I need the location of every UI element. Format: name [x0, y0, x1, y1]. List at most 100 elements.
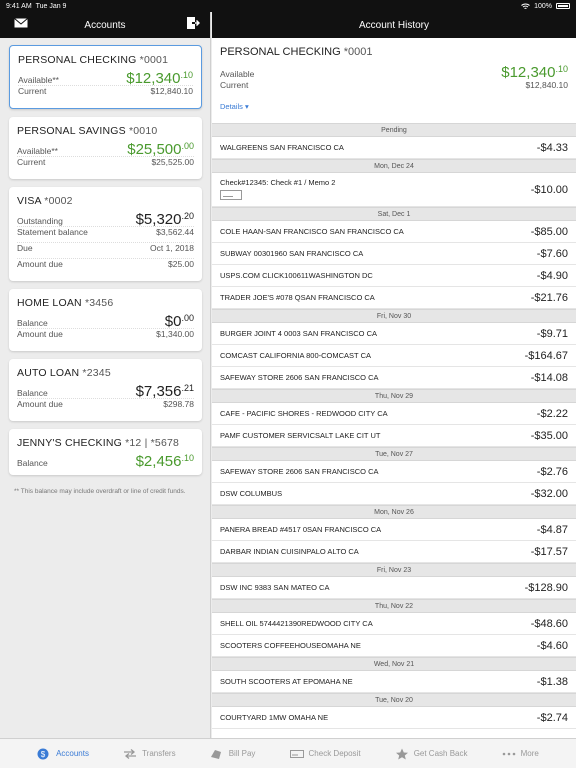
- transaction-amount: -$2.74: [536, 711, 568, 724]
- account-card-title: VISA *0002: [17, 195, 73, 207]
- transaction-row[interactable]: SHELL OIL 5744421390REDWOOD CITY CA -$48.…: [212, 613, 576, 635]
- transaction-amount: -$9.71: [536, 327, 568, 340]
- transaction-row[interactable]: SAFEWAY STORE 2606 SAN FRANCISCO CA -$2.7…: [212, 461, 576, 483]
- check-deposit-icon: [289, 749, 304, 758]
- transaction-description: COURTYARD 1MW OMAHA NE: [220, 713, 329, 722]
- row-value: $25.00: [168, 259, 194, 269]
- mail-icon[interactable]: [14, 18, 28, 28]
- account-card-row: Current $25,525.00: [17, 157, 194, 173]
- transaction-description: DSW INC 9383 SAN MATEO CA: [220, 583, 330, 592]
- transaction-list: Pending WALGREENS SAN FRANCISCO CA -$4.33 M…: [212, 123, 576, 729]
- account-card[interactable]: AUTO LOAN *2345 Balance $7,356.21 Amount du…: [9, 359, 202, 421]
- account-card-title: AUTO LOAN *2345: [17, 367, 111, 379]
- row-value: $5,320.20: [135, 211, 194, 228]
- row-label: Amount due: [17, 399, 63, 409]
- account-card-title: PERSONAL CHECKING *0001: [18, 54, 169, 66]
- transaction-row[interactable]: BURGER JOINT 4 0003 SAN FRANCISCO CA -$9.…: [212, 323, 576, 345]
- transaction-row[interactable]: PAMF CUSTOMER SERVICSALT LAKE CIT UT -$35…: [212, 425, 576, 447]
- status-date: Tue Jan 9: [35, 2, 67, 10]
- account-card-row: Balance $7,356.21: [17, 383, 194, 400]
- row-label: Balance: [17, 318, 48, 328]
- transaction-amount: -$4.90: [536, 269, 568, 282]
- transaction-amount: -$7.60: [536, 247, 568, 260]
- row-value: $12,340.10: [126, 70, 193, 87]
- transaction-row[interactable]: SAFEWAY STORE 2606 SAN FRANCISCO CA -$14.…: [212, 367, 576, 389]
- account-card-row: Available** $12,340.10: [18, 70, 193, 87]
- account-card-row: Statement balance $3,562.44: [17, 227, 194, 243]
- tab-accounts[interactable]: $ Accounts: [37, 748, 89, 760]
- transaction-amount: -$10.00: [530, 184, 568, 196]
- transaction-row[interactable]: COLE HAAN-SAN FRANCISCO SAN FRANCISCO CA…: [212, 221, 576, 243]
- transaction-description: SHELL OIL 5744421390REDWOOD CITY CA: [220, 619, 373, 628]
- transaction-row[interactable]: COMCAST CALIFORNIA 800-COMCAST CA -$164.6…: [212, 345, 576, 367]
- transaction-description: Check#12345: Check #1 / Memo 2: [220, 178, 336, 187]
- transaction-amount: -$2.22: [536, 407, 568, 420]
- caret-down-icon: ▾: [245, 102, 249, 111]
- account-summary-title: PERSONAL CHECKING *0001: [220, 46, 568, 58]
- account-card[interactable]: HOME LOAN *3456 Balance $0.00 Amount due $1,…: [9, 289, 202, 351]
- tab-transfers[interactable]: Transfers: [123, 748, 176, 760]
- date-separator: Tue, Nov 20: [212, 693, 576, 707]
- transaction-row[interactable]: DSW COLUMBUS -$32.00: [212, 483, 576, 505]
- transaction-row[interactable]: DSW INC 9383 SAN MATEO CA -$128.90: [212, 577, 576, 599]
- account-card[interactable]: PERSONAL CHECKING *0001 Available** $12,34…: [9, 45, 202, 109]
- tab-label: Get Cash Back: [413, 749, 468, 758]
- transaction-row[interactable]: SUBWAY 00301960 SAN FRANCISCO CA -$7.60: [212, 243, 576, 265]
- transaction-row[interactable]: TRADER JOE'S #078 QSAN FRANCISCO CA -$21.…: [212, 287, 576, 309]
- account-history-panel: Account History PERSONAL CHECKING *0001 …: [212, 0, 576, 738]
- tab-get-cash-back[interactable]: Get Cash Back: [395, 748, 468, 760]
- details-link[interactable]: Details ▾: [220, 102, 249, 111]
- account-card-title: PERSONAL SAVINGS *0010: [17, 125, 158, 137]
- row-value: $12,840.10: [150, 86, 193, 96]
- transaction-row[interactable]: COURTYARD 1MW OMAHA NE -$2.74: [212, 707, 576, 729]
- account-card[interactable]: PERSONAL SAVINGS *0010 Available** $25,500…: [9, 117, 202, 179]
- transaction-amount: -$4.87: [536, 523, 568, 536]
- accounts-title: Accounts: [84, 19, 126, 31]
- available-label: Available: [220, 69, 255, 79]
- logout-icon[interactable]: [186, 16, 200, 30]
- transaction-row[interactable]: Check#12345: Check #1 / Memo 2 -$10.00: [212, 173, 576, 207]
- account-card-title: JENNY'S CHECKING *12 | *5678: [17, 437, 180, 449]
- transaction-description: SOUTH SCOOTERS AT EPOMAHA NE: [220, 677, 353, 686]
- current-label: Current: [220, 80, 249, 90]
- tab-label: Transfers: [142, 749, 176, 758]
- svg-text:$: $: [41, 750, 46, 759]
- check-image-icon[interactable]: [220, 190, 242, 200]
- transaction-description: USPS.COM CLICK100611WASHINGTON DC: [220, 271, 373, 280]
- transaction-description: SUBWAY 00301960 SAN FRANCISCO CA: [220, 249, 364, 258]
- transaction-row[interactable]: SCOOTERS COFFEEHOUSEOMAHA NE -$4.60: [212, 635, 576, 657]
- account-card-row: Amount due $25.00: [17, 259, 194, 275]
- status-bar: 9:41 AM Tue Jan 9 100%: [0, 0, 576, 12]
- row-label: Amount due: [17, 259, 63, 269]
- transaction-amount: -$32.00: [530, 487, 568, 500]
- account-card[interactable]: VISA *0002 Outstanding $5,320.20 Statement …: [9, 187, 202, 281]
- status-time: 9:41 AM: [6, 2, 32, 10]
- account-summary: PERSONAL CHECKING *0001 Available $12,34…: [212, 38, 576, 123]
- account-number: *0001: [343, 46, 373, 58]
- account-card-row: Outstanding $5,320.20: [17, 211, 194, 228]
- transaction-row[interactable]: CAFE - PACIFIC SHORES - REDWOOD CITY CA -…: [212, 403, 576, 425]
- transaction-description: SAFEWAY STORE 2606 SAN FRANCISCO CA: [220, 373, 379, 382]
- transaction-amount: -$35.00: [530, 429, 568, 442]
- tab-check-deposit[interactable]: Check Deposit: [289, 748, 361, 760]
- account-card[interactable]: JENNY'S CHECKING *12 | *5678 Balance $2,45…: [9, 429, 202, 475]
- transaction-row[interactable]: SOUTH SCOOTERS AT EPOMAHA NE -$1.38: [212, 671, 576, 693]
- row-value: $25,500.00: [127, 141, 194, 158]
- transaction-amount: -$21.76: [530, 291, 568, 304]
- row-label: Outstanding: [17, 216, 63, 226]
- transaction-description: COMCAST CALIFORNIA 800-COMCAST CA: [220, 351, 372, 360]
- account-card-row: Available** $25,500.00: [17, 141, 194, 158]
- dollar-circle-icon: $: [37, 748, 49, 759]
- transaction-row[interactable]: DARBAR INDIAN CUISINPALO ALTO CA -$17.57: [212, 541, 576, 563]
- battery-icon: [556, 3, 570, 9]
- transaction-row[interactable]: PANERA BREAD #4517 0SAN FRANCISCO CA -$4.…: [212, 519, 576, 541]
- tab-bill-pay[interactable]: Bill Pay: [210, 748, 255, 760]
- date-separator: Wed, Nov 21: [212, 657, 576, 671]
- tab-more[interactable]: More: [502, 748, 539, 760]
- transaction-row[interactable]: USPS.COM CLICK100611WASHINGTON DC -$4.90: [212, 265, 576, 287]
- row-value: Oct 1, 2018: [150, 243, 194, 253]
- transaction-amount: -$14.08: [530, 371, 568, 384]
- transaction-row[interactable]: WALGREENS SAN FRANCISCO CA -$4.33: [212, 137, 576, 159]
- row-value: $0.00: [164, 313, 194, 330]
- transaction-description: DARBAR INDIAN CUISINPALO ALTO CA: [220, 547, 359, 556]
